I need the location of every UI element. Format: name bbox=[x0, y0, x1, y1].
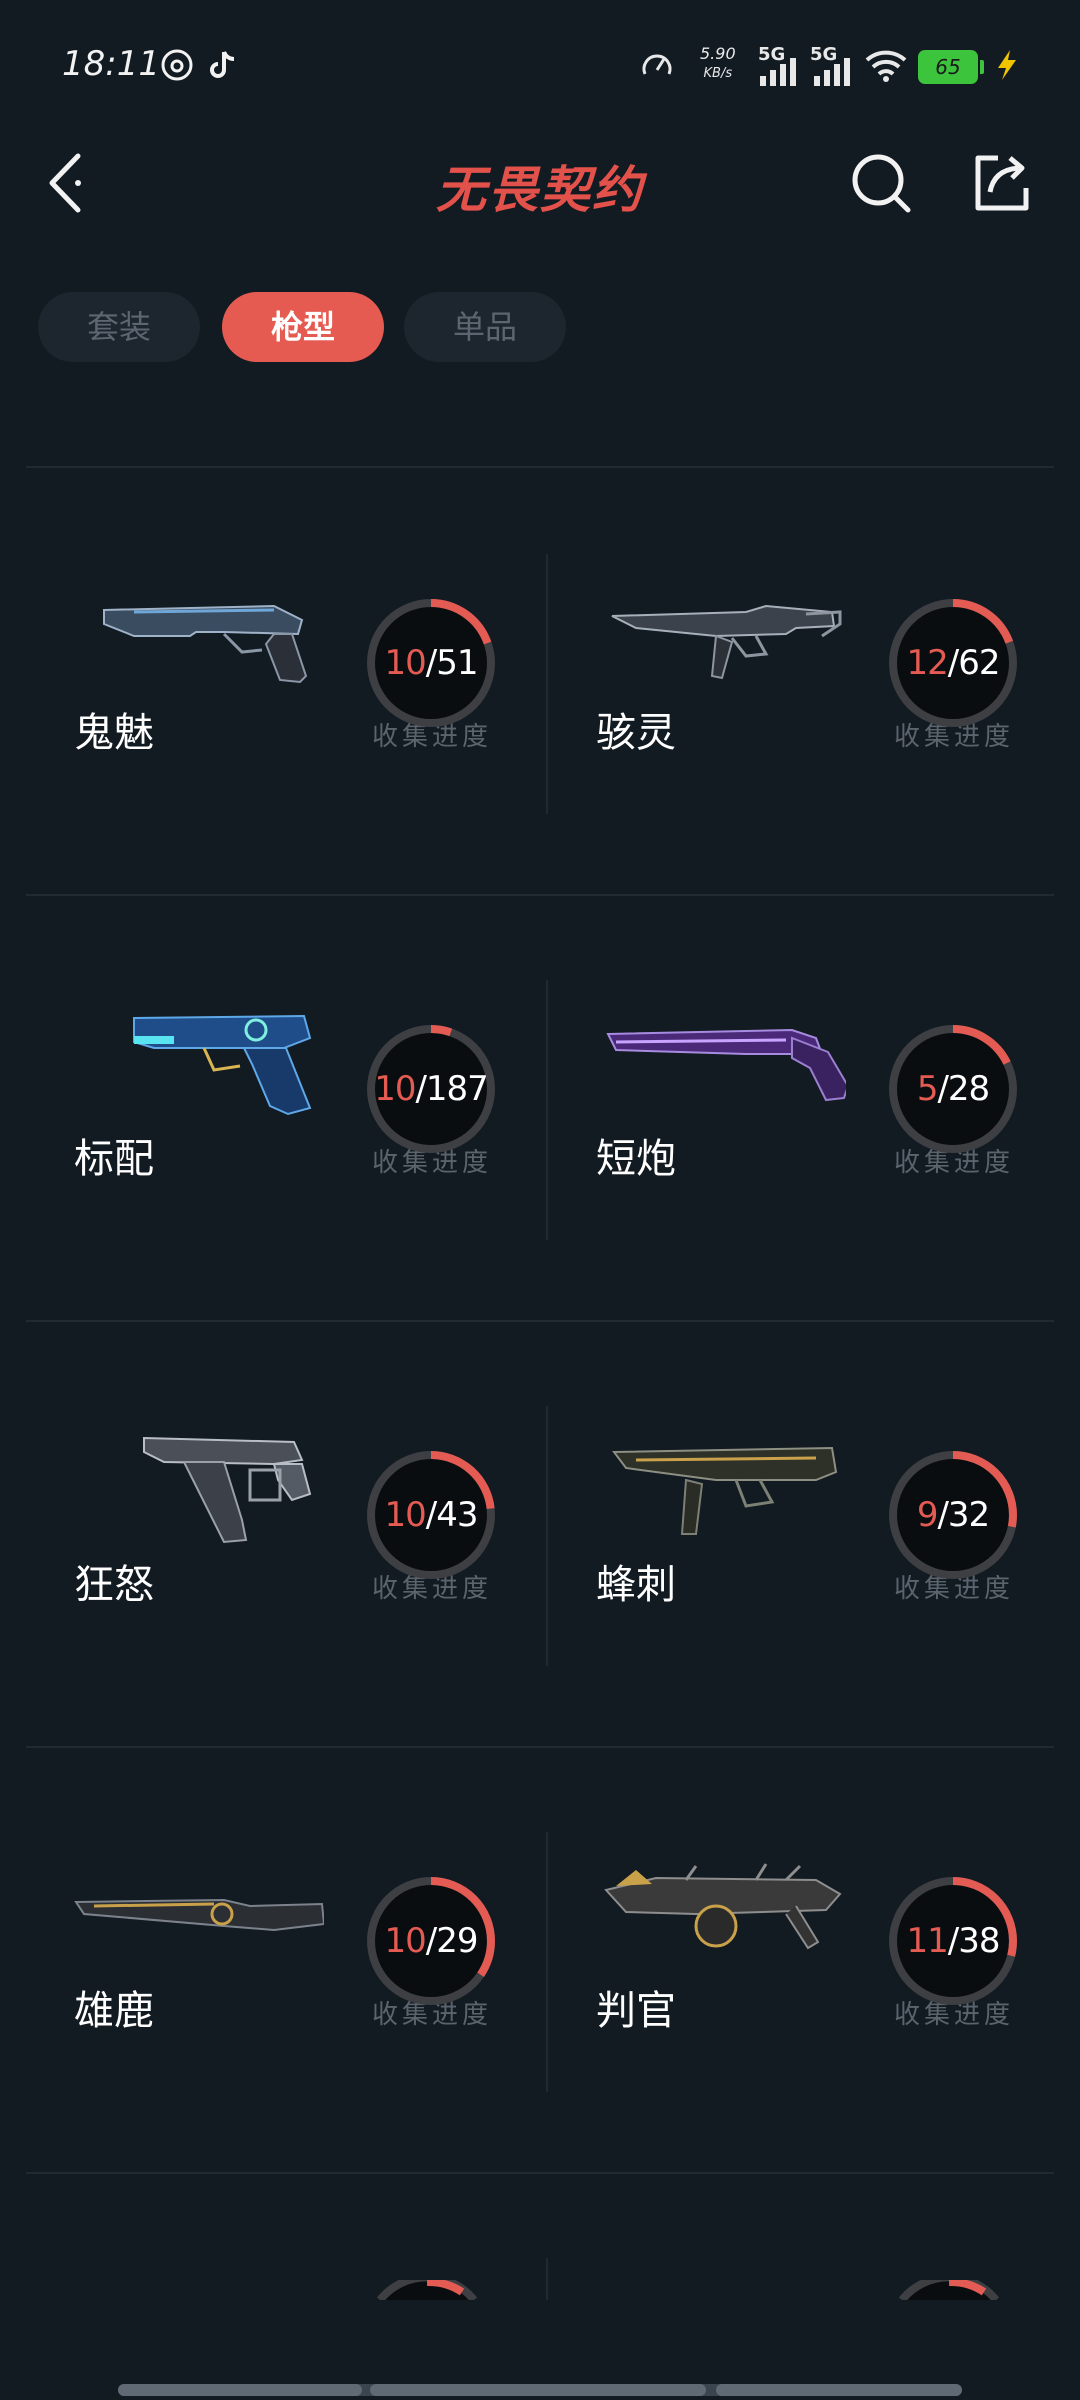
indicator-segment bbox=[716, 2384, 962, 2396]
progress-text: 10/29 bbox=[362, 1872, 500, 2010]
progress-text: 10/51 bbox=[362, 594, 500, 732]
weapon-card[interactable]: 标配 收集进度 10/187 bbox=[26, 926, 546, 1346]
progress-ring: 9/32 bbox=[884, 1446, 1022, 1584]
spectre-smg-image bbox=[611, 604, 842, 680]
net-speed-value: 5.90 bbox=[700, 44, 736, 63]
progress-text: 10/187 bbox=[362, 1020, 500, 1158]
progress-ring-partial bbox=[376, 2280, 478, 2300]
tiktok-icon bbox=[210, 51, 235, 78]
weapon-name: 判官 bbox=[596, 1988, 676, 2034]
weapon-name: 鬼魅 bbox=[74, 710, 154, 756]
total-count: /38 bbox=[947, 1921, 1001, 1961]
collected-count: 10 bbox=[374, 1069, 416, 1109]
weapon-card[interactable]: 判官 收集进度 11/38 bbox=[548, 1778, 1068, 2198]
row-divider bbox=[26, 466, 1054, 468]
judge-shotgun-image bbox=[604, 1863, 842, 1950]
total-count: /29 bbox=[425, 1921, 479, 1961]
progress-text: 12/62 bbox=[884, 594, 1022, 732]
progress-ring-partial bbox=[898, 2280, 1000, 2300]
weapon-name: 蜂刺 bbox=[596, 1562, 676, 1608]
back-button[interactable] bbox=[42, 148, 92, 218]
collected-count: 10 bbox=[384, 643, 427, 683]
weapon-name: 骇灵 bbox=[596, 710, 676, 756]
wifi-icon bbox=[865, 50, 907, 82]
progress-ring: 10/29 bbox=[362, 1872, 500, 2010]
weapon-card[interactable]: 雄鹿 收集进度 10/29 bbox=[26, 1778, 546, 2198]
ghost-pistol-image bbox=[103, 604, 308, 684]
weapon-card[interactable]: 狂怒 收集进度 10/43 bbox=[26, 1352, 546, 1772]
collected-count: 9 bbox=[916, 1495, 939, 1535]
search-icon[interactable] bbox=[848, 150, 914, 216]
total-count: /51 bbox=[425, 643, 479, 683]
speedometer-icon bbox=[642, 54, 672, 75]
progress-text: 10/43 bbox=[362, 1446, 500, 1584]
total-count: /187 bbox=[415, 1069, 488, 1109]
progress-text: 9/32 bbox=[884, 1446, 1022, 1584]
net-speed: 5.90 KB/s bbox=[700, 44, 736, 84]
signal-bars-icon bbox=[760, 58, 796, 86]
progress-ring: 12/62 bbox=[884, 594, 1022, 732]
collected-count: 12 bbox=[906, 643, 949, 683]
tab-outfit[interactable]: 套装 bbox=[38, 292, 200, 362]
net-speed-unit: KB/s bbox=[703, 66, 733, 81]
weapon-card[interactable]: 骇灵 收集进度 12/62 bbox=[548, 500, 1068, 920]
indicator-segment bbox=[370, 2384, 706, 2396]
home-indicator[interactable] bbox=[118, 2384, 962, 2396]
weapon-card[interactable]: 蜂刺 收集进度 9/32 bbox=[548, 1352, 1068, 1772]
signal-bars-icon bbox=[814, 58, 850, 86]
collected-count: 11 bbox=[906, 1921, 949, 1961]
weapon-name: 短炮 bbox=[596, 1136, 676, 1182]
total-count: /62 bbox=[947, 643, 1001, 683]
collected-count: 5 bbox=[916, 1069, 939, 1109]
stinger-smg-image bbox=[612, 1446, 838, 1535]
progress-ring: 10/187 bbox=[362, 1020, 500, 1158]
bucky-shotgun-image bbox=[74, 1898, 324, 1932]
weapon-name: 标配 bbox=[74, 1136, 154, 1182]
status-bar: 18:11 5.90 KB/s 5G 5G 65 bbox=[0, 0, 1080, 130]
tab-gun-type[interactable]: 枪型 bbox=[222, 292, 384, 362]
battery-indicator: 65 bbox=[918, 50, 984, 84]
classic-pistol-image bbox=[133, 1014, 312, 1116]
shorty-shotgun-image bbox=[606, 1028, 846, 1102]
page-title: 无畏契约 bbox=[436, 161, 644, 219]
tab-single-item[interactable]: 单品 bbox=[404, 292, 566, 362]
status-time: 18:11 bbox=[62, 44, 160, 84]
progress-ring: 5/28 bbox=[884, 1020, 1022, 1158]
total-count: /43 bbox=[425, 1495, 479, 1535]
frenzy-pistol-image bbox=[143, 1436, 312, 1544]
netease-music-icon bbox=[161, 49, 193, 81]
progress-ring: 10/43 bbox=[362, 1446, 500, 1584]
weapon-card[interactable]: 鬼魅 收集进度 10/51 bbox=[26, 500, 546, 920]
total-count: /32 bbox=[937, 1495, 990, 1535]
progress-text: 5/28 bbox=[884, 1020, 1022, 1158]
total-count: /28 bbox=[937, 1069, 990, 1109]
indicator-segment bbox=[118, 2384, 362, 2396]
weapon-card[interactable]: 短炮 收集进度 5/28 bbox=[548, 926, 1068, 1346]
weapon-name: 狂怒 bbox=[74, 1562, 154, 1608]
share-icon[interactable] bbox=[968, 150, 1034, 216]
progress-text: 11/38 bbox=[884, 1872, 1022, 2010]
collected-count: 10 bbox=[384, 1921, 427, 1961]
progress-ring: 10/51 bbox=[362, 594, 500, 732]
progress-ring: 11/38 bbox=[884, 1872, 1022, 2010]
weapon-name: 雄鹿 bbox=[74, 1988, 154, 2034]
collected-count: 10 bbox=[384, 1495, 427, 1535]
charging-icon bbox=[998, 50, 1016, 80]
